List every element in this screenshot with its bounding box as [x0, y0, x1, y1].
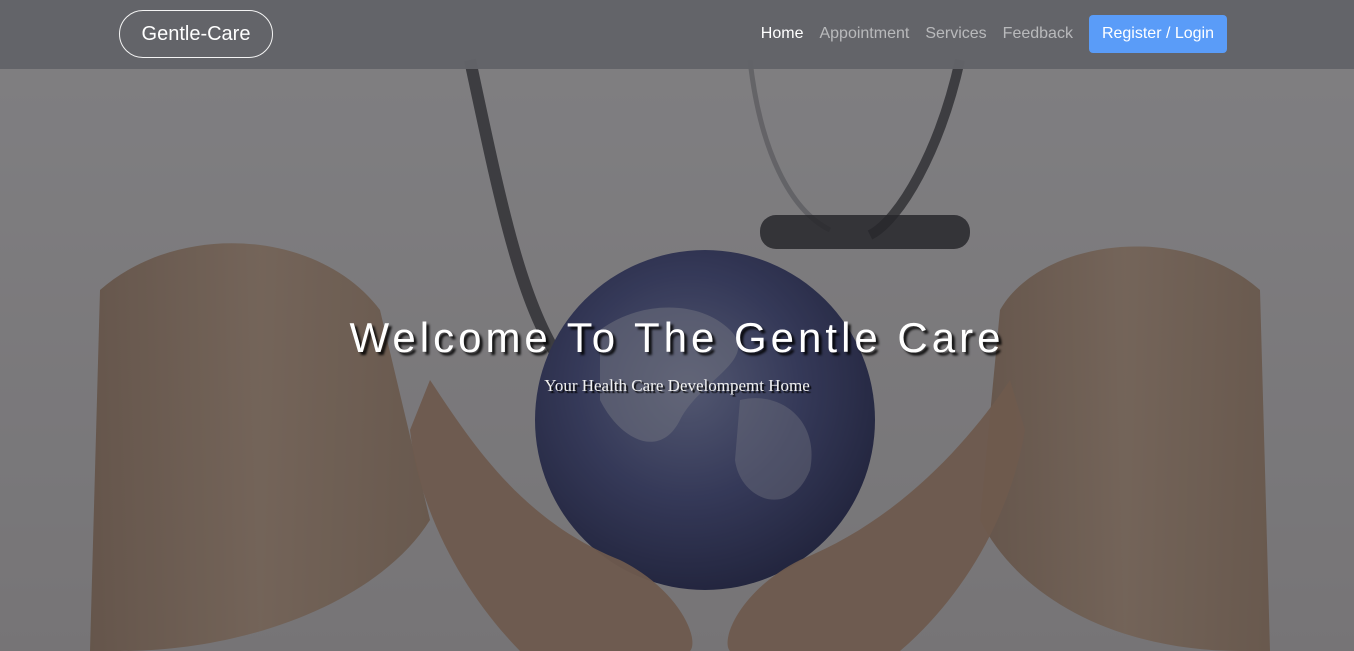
nav-link-home[interactable]: Home — [753, 15, 812, 53]
nav-link-feedback[interactable]: Feedback — [995, 15, 1081, 53]
hero-title: Welcome To The Gentle Care — [349, 314, 1005, 361]
hero-text: Welcome To The Gentle Care Your Health C… — [0, 308, 1354, 398]
register-login-button[interactable]: Register / Login — [1088, 15, 1227, 53]
nav-links: Home Appointment Services Feedback Regis… — [753, 15, 1227, 53]
top-navbar: Gentle-Care Home Appointment Services Fe… — [0, 0, 1354, 69]
page: Gentle-Care Home Appointment Services Fe… — [0, 0, 1354, 651]
brand-logo-button[interactable]: Gentle-Care — [119, 10, 273, 58]
nav-link-appointment[interactable]: Appointment — [811, 15, 917, 53]
hero-subtitle: Your Health Care Develompemt Home — [544, 376, 810, 395]
nav-link-services[interactable]: Services — [917, 15, 994, 53]
